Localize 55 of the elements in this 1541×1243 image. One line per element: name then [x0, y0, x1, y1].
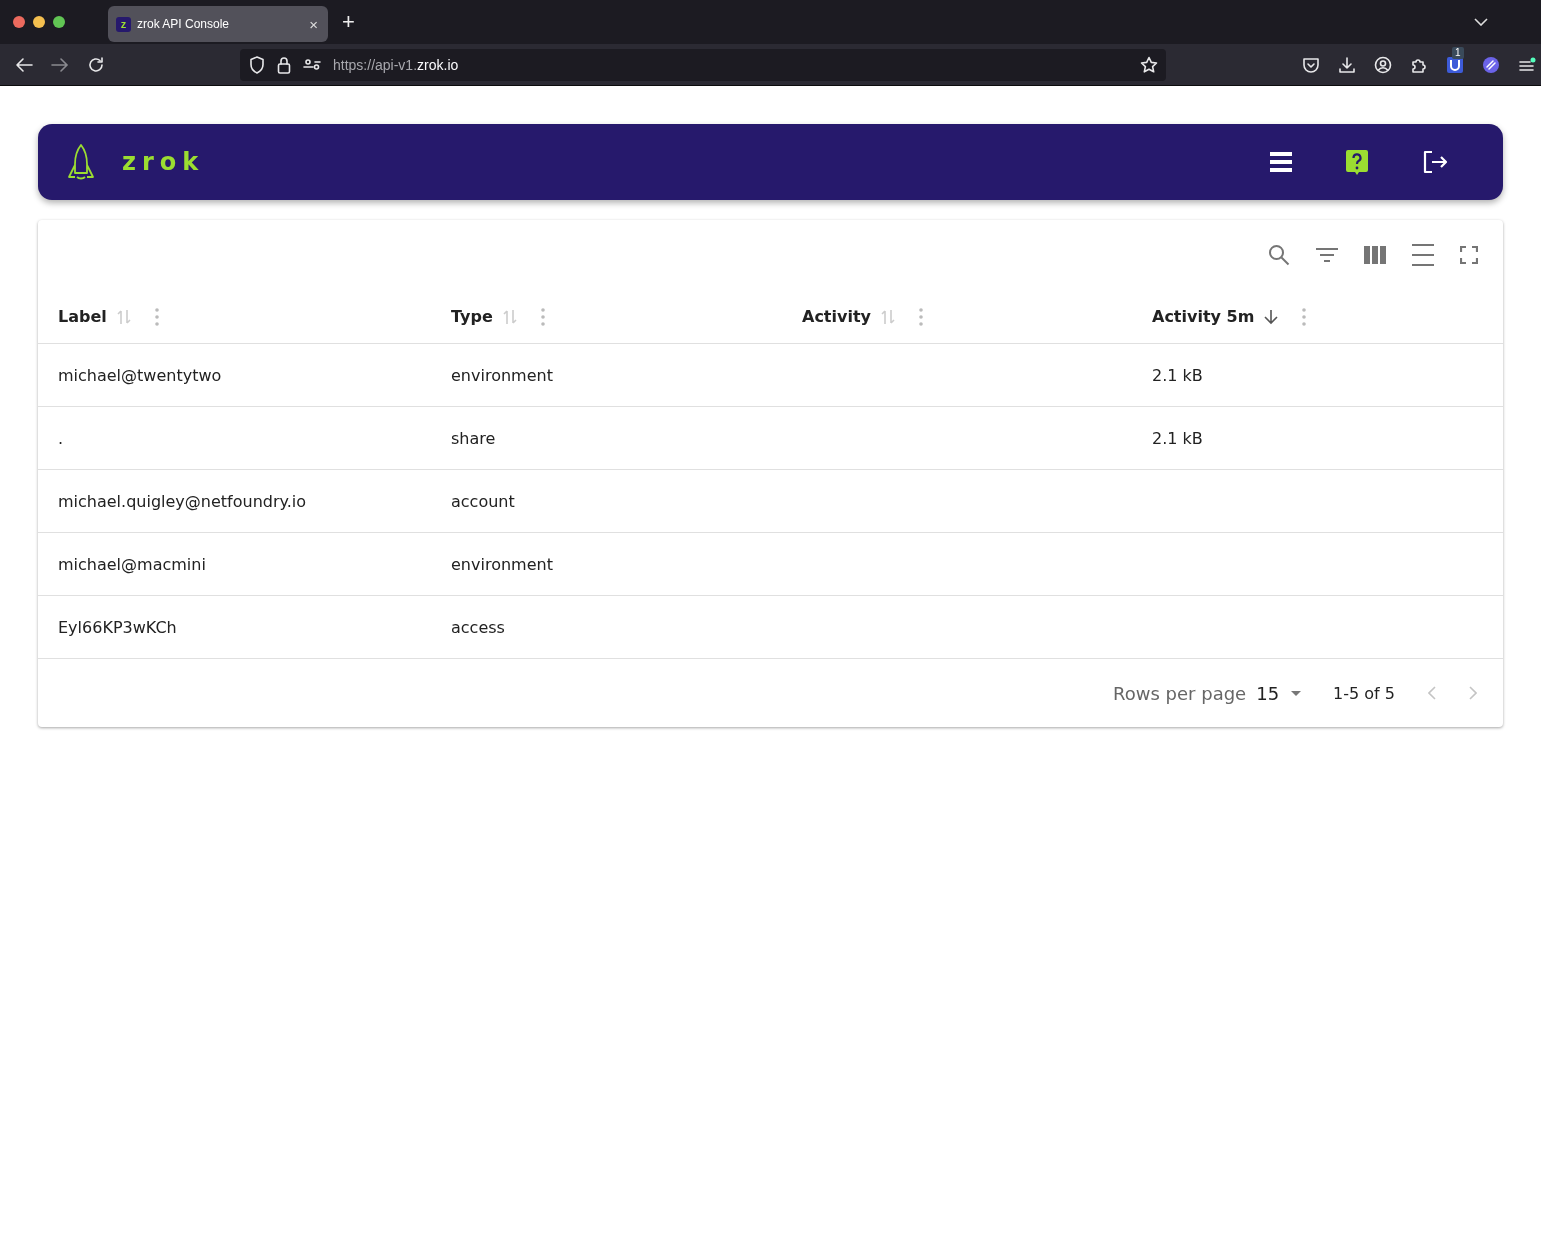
brand-name[interactable]: zrok [122, 148, 205, 176]
table-cell: account [451, 491, 515, 511]
page-range: 1-5 of 5 [1333, 683, 1395, 703]
back-arrow-icon[interactable] [15, 56, 33, 73]
shield-icon [249, 55, 265, 74]
new-tab-button[interactable]: + [342, 11, 355, 33]
table-cell: environment [451, 365, 553, 385]
logout-icon[interactable] [1422, 150, 1448, 174]
column-header[interactable]: Activity 5m [1152, 307, 1255, 326]
fullscreen-icon[interactable] [1460, 245, 1478, 264]
column-header[interactable]: Label [58, 307, 107, 326]
search-icon[interactable] [1268, 243, 1290, 266]
reload-icon[interactable] [87, 55, 105, 74]
dropdown-caret-icon [1291, 690, 1302, 696]
columns-icon[interactable] [1364, 245, 1386, 264]
rows-per-page-label: Rows per page [1113, 682, 1247, 704]
link-extension-icon[interactable] [1482, 55, 1500, 74]
browser-tab[interactable]: z zrok API Console × [108, 6, 328, 42]
zoom-window-button[interactable] [53, 16, 65, 28]
table-cell: environment [451, 554, 553, 574]
url-text: https://api-v1.zrok.io [333, 56, 459, 73]
permissions-icon [303, 58, 321, 71]
minimize-window-button[interactable] [33, 16, 45, 28]
close-window-button[interactable] [13, 16, 25, 28]
table-cell: 2.1 kB [1152, 365, 1203, 385]
sort-descending-icon[interactable] [1264, 308, 1279, 325]
filter-icon[interactable] [1316, 246, 1338, 263]
column-header[interactable]: Activity [802, 307, 871, 326]
table-cell: michael@macmini [58, 554, 206, 574]
table-cell: Eyl66KP3wKCh [58, 617, 177, 637]
lock-icon [277, 55, 291, 74]
table-cell: share [451, 428, 496, 448]
tab-title: zrok API Console [137, 17, 231, 31]
pocket-icon[interactable] [1302, 56, 1320, 73]
account-icon[interactable] [1374, 55, 1392, 74]
density-icon[interactable] [1412, 243, 1434, 266]
table-cell: access [451, 617, 505, 637]
extension-badge: 1 [1452, 46, 1464, 59]
download-icon[interactable] [1338, 55, 1356, 74]
tab-favicon: z [116, 16, 131, 32]
forward-arrow-icon[interactable] [51, 56, 69, 73]
column-header[interactable]: Type [451, 307, 493, 326]
table-cell: . [58, 428, 64, 448]
help-icon[interactable] [1346, 149, 1368, 175]
address-bar[interactable]: https://api-v1.zrok.io [240, 48, 1166, 81]
rocket-icon[interactable] [66, 143, 96, 181]
table-cell: michael.quigley@netfoundry.io [58, 491, 306, 511]
chevron-down-icon[interactable] [1474, 18, 1488, 26]
table-cell: 2.1 kB [1152, 428, 1203, 448]
table-cell: michael@twentytwo [58, 365, 222, 385]
tab-close-button[interactable]: × [309, 15, 318, 33]
star-icon[interactable] [1140, 55, 1158, 74]
menu-icon[interactable] [1270, 152, 1292, 172]
rows-per-page-select[interactable]: 15 [1256, 682, 1302, 704]
menu-icon[interactable] [1518, 56, 1536, 73]
